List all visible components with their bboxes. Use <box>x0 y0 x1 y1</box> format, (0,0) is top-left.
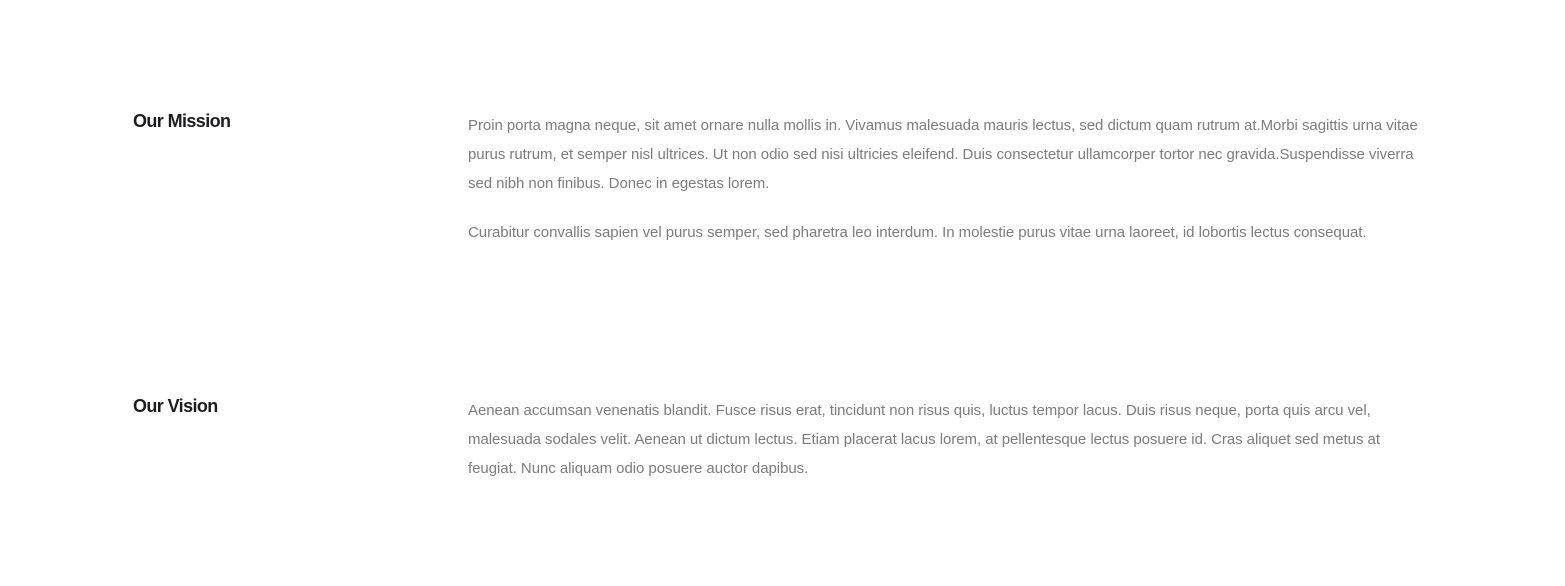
mission-body: Proin porta magna neque, sit amet ornare… <box>468 111 1418 247</box>
mission-paragraph-1: Proin porta magna neque, sit amet ornare… <box>468 117 1418 192</box>
vision-title: Our Vision <box>133 396 218 416</box>
vision-body: Aenean accumsan venenatis blandit. Fusce… <box>468 396 1418 483</box>
mission-paragraph-2: Curabitur convallis sapien vel purus sem… <box>468 224 1367 241</box>
vision-paragraph-1: Aenean accumsan venenatis blandit. Fusce… <box>468 402 1380 477</box>
mission-title: Our Mission <box>133 111 231 131</box>
